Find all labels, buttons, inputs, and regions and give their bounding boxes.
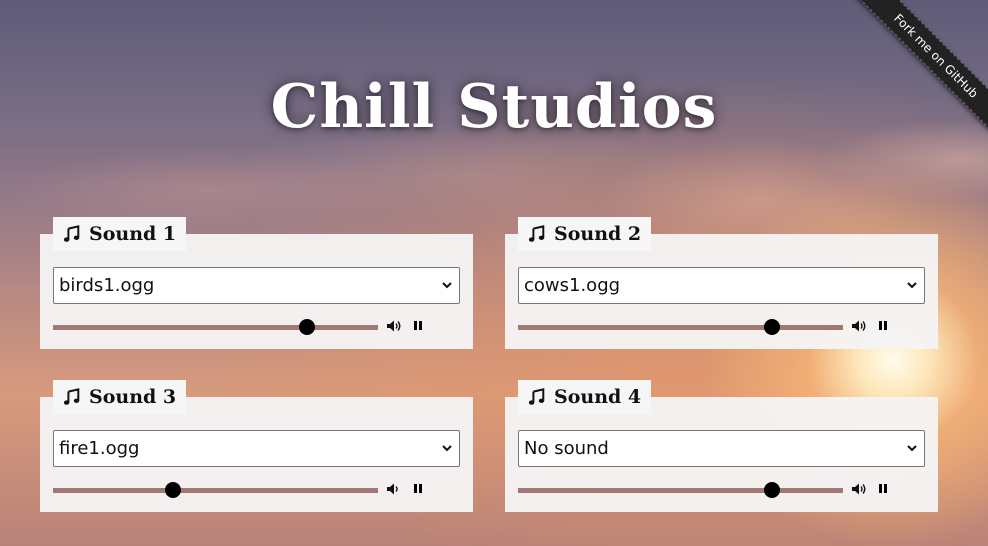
- sound-select-value: birds1.ogg: [59, 275, 155, 296]
- pause-icon[interactable]: [877, 483, 889, 495]
- page-title: Chill Studios: [270, 72, 718, 142]
- sound-card-2: Sound 2 cows1.ogg: [505, 217, 938, 349]
- volume-high-icon[interactable]: [386, 319, 402, 333]
- sound-card-title: Sound 3: [89, 386, 177, 408]
- sound-card-title: Sound 1: [89, 223, 177, 245]
- sound-card-header: Sound 2: [518, 217, 652, 251]
- volume-slider-thumb[interactable]: [763, 319, 780, 335]
- volume-slider-thumb[interactable]: [165, 482, 182, 498]
- sound-select-value: fire1.ogg: [59, 438, 140, 459]
- chevron-down-icon: [442, 445, 452, 452]
- pause-icon[interactable]: [412, 483, 424, 495]
- chevron-down-icon: [442, 282, 452, 289]
- sound-select-value: cows1.ogg: [524, 275, 621, 296]
- music-note-icon: [528, 388, 545, 405]
- volume-slider[interactable]: [53, 319, 378, 335]
- volume-slider[interactable]: [518, 319, 843, 335]
- volume-slider[interactable]: [518, 482, 843, 498]
- sound-card-4: Sound 4 No sound: [505, 380, 938, 512]
- volume-slider-thumb[interactable]: [763, 482, 780, 498]
- sound-select[interactable]: cows1.ogg: [518, 267, 925, 304]
- volume-low-icon[interactable]: [386, 482, 402, 496]
- volume-slider-track: [518, 488, 843, 493]
- sound-card-title: Sound 2: [554, 223, 642, 245]
- sound-select[interactable]: birds1.ogg: [53, 267, 460, 304]
- volume-slider-thumb[interactable]: [298, 319, 315, 335]
- sound-select[interactable]: fire1.ogg: [53, 430, 460, 467]
- sound-card-header: Sound 1: [53, 217, 187, 251]
- sound-card-header: Sound 4: [518, 380, 652, 414]
- volume-slider[interactable]: [53, 482, 378, 498]
- music-note-icon: [63, 225, 80, 242]
- sound-card-1: Sound 1 birds1.ogg: [40, 217, 473, 349]
- sound-card-title: Sound 4: [554, 386, 642, 408]
- sound-card-3: Sound 3 fire1.ogg: [40, 380, 473, 512]
- chevron-down-icon: [907, 282, 917, 289]
- music-note-icon: [528, 225, 545, 242]
- chevron-down-icon: [907, 445, 917, 452]
- volume-slider-track: [518, 325, 843, 330]
- sound-card-header: Sound 3: [53, 380, 187, 414]
- sound-select[interactable]: No sound: [518, 430, 925, 467]
- pause-icon[interactable]: [412, 320, 424, 332]
- sound-select-value: No sound: [524, 438, 609, 459]
- pause-icon[interactable]: [877, 320, 889, 332]
- music-note-icon: [63, 388, 80, 405]
- volume-slider-track: [53, 325, 378, 330]
- volume-high-icon[interactable]: [851, 482, 867, 496]
- volume-slider-track: [53, 488, 378, 493]
- volume-high-icon[interactable]: [851, 319, 867, 333]
